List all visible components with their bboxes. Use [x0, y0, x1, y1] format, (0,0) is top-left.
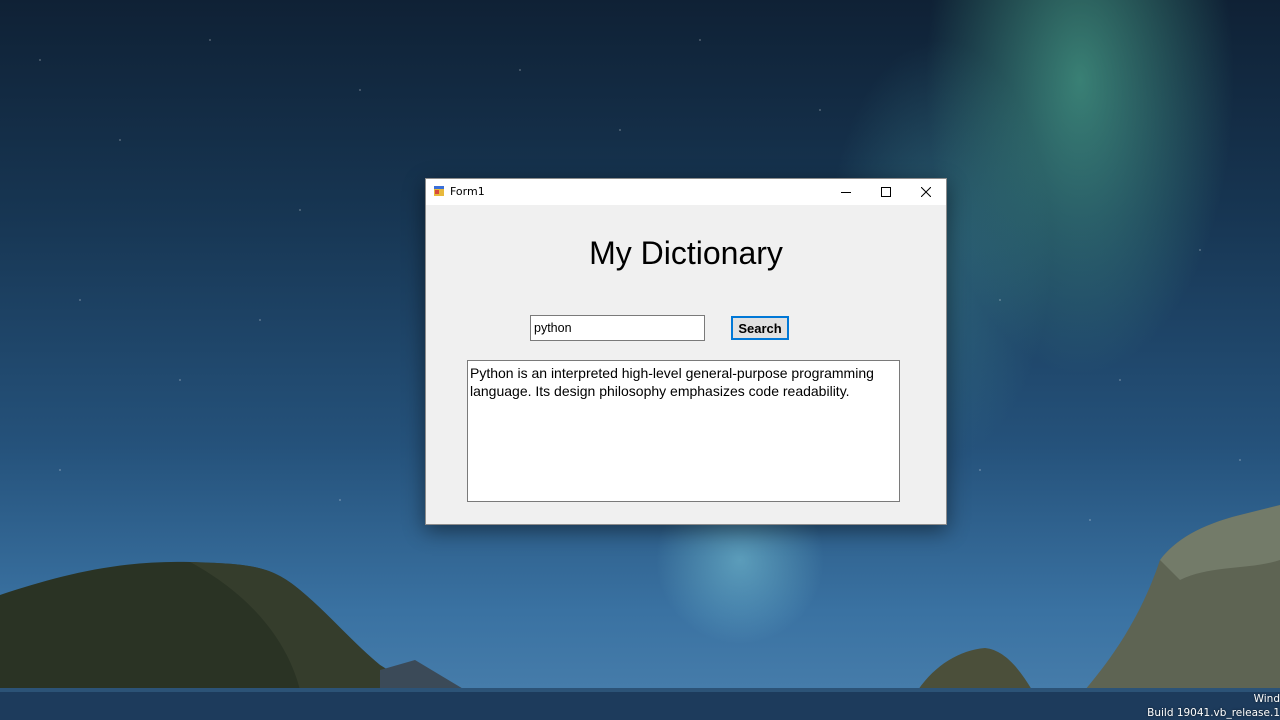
minimize-icon: [841, 192, 851, 193]
app-icon: [434, 186, 444, 196]
close-button[interactable]: [906, 179, 946, 205]
search-input[interactable]: [530, 315, 705, 341]
form1-window: Form1 My Dictionary Search Python is an …: [425, 178, 947, 525]
title-bar[interactable]: Form1: [426, 179, 946, 205]
definition-result-box[interactable]: Python is an interpreted high-level gene…: [467, 360, 900, 502]
search-button[interactable]: Search: [731, 316, 789, 340]
window-title: Form1: [450, 185, 485, 198]
maximize-icon: [881, 187, 891, 197]
watermark-line-2: Build 19041.vb_release.1: [1147, 707, 1280, 719]
form-heading: My Dictionary: [589, 235, 783, 271]
windows-watermark: Wind Build 19041.vb_release.1: [1147, 692, 1280, 720]
close-icon: [921, 187, 931, 197]
maximize-button[interactable]: [866, 179, 906, 205]
minimize-button[interactable]: [826, 179, 866, 205]
watermark-line-1: Wind: [1253, 693, 1280, 705]
